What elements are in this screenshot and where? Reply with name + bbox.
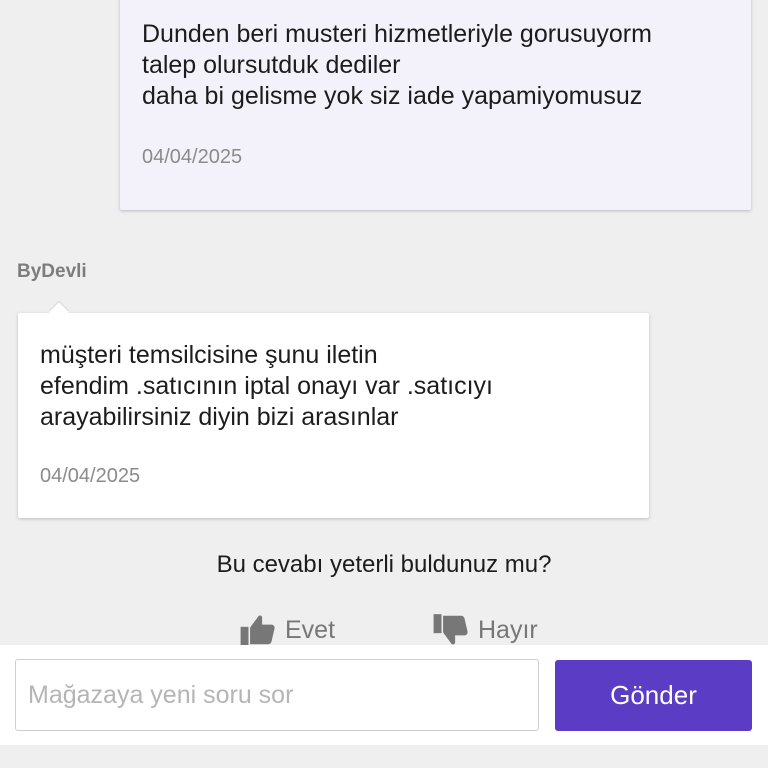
yes-button[interactable]: Evet — [239, 610, 335, 650]
feedback-question: Bu cevabı yeterli buldunuz mu? — [216, 551, 552, 578]
thumbs-up-icon — [240, 615, 275, 646]
seller-message-bubble: müşteri temsilcisine şunu iletin efendim… — [18, 302, 649, 518]
seller-name: ByDevli — [17, 261, 87, 282]
bubble-tail — [49, 302, 69, 322]
no-label: Hayır — [478, 615, 538, 644]
composer-bar: Gönder — [0, 645, 768, 745]
send-button[interactable]: Gönder — [555, 660, 752, 731]
seller-message-text: müşteri temsilcisine şunu iletin efendim… — [40, 341, 493, 431]
question-input[interactable] — [15, 659, 539, 731]
no-button[interactable]: Hayır — [432, 610, 538, 650]
seller-message-date: 04/04/2025 — [40, 465, 141, 487]
thumbs-down-icon — [433, 614, 468, 645]
user-message-date: 04/04/2025 — [142, 146, 243, 168]
user-message-text: Dunden beri musteri hizmetleriyle gorusu… — [142, 20, 652, 110]
yes-label: Evet — [285, 615, 336, 644]
user-message-bubble: Dunden beri musteri hizmetleriyle gorusu… — [120, 0, 751, 210]
